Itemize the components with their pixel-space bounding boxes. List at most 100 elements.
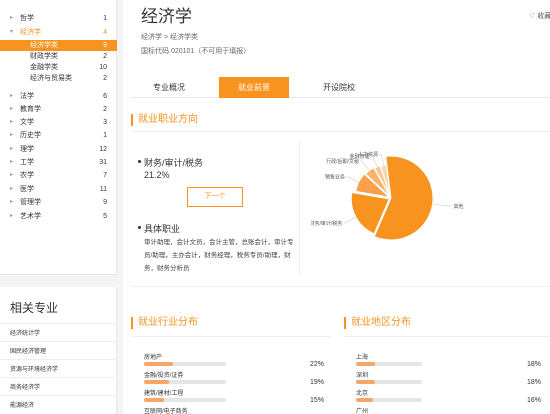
industry-item-percent: 22% <box>310 361 325 368</box>
sidebar-category-item[interactable]: ▸ 医学 11 <box>0 184 117 195</box>
region-item-percent: 18% <box>527 361 542 368</box>
sidebar-item-count: 11 <box>99 186 107 193</box>
sidebar-subcategory-item[interactable]: 经济与贸易类 2 <box>0 73 117 84</box>
sidebar-item-count: 9 <box>103 199 107 206</box>
pie-slice-label: 其他 <box>453 203 463 210</box>
sidebar-subcategory-item[interactable]: 经济学类 9 <box>0 40 117 51</box>
industry-item-name: 金融/投资/证券 <box>144 373 184 379</box>
divider <box>0 359 117 360</box>
related-major-item[interactable]: 能源经济 <box>10 400 34 409</box>
sidebar-item-count: 2 <box>103 53 107 60</box>
industry-progress-bar <box>144 362 226 366</box>
next-career-button[interactable]: 下一个 <box>187 187 243 207</box>
sidebar-subcategory-item[interactable]: 财政学类 2 <box>0 51 117 62</box>
chevron-right-icon: ▸ <box>10 119 14 125</box>
sidebar-item-label: 历史学 <box>20 132 41 139</box>
region-section-title: 就业地区分布 <box>344 316 411 330</box>
sidebar-item-count: 31 <box>99 159 107 166</box>
sidebar-subcategory-item[interactable]: 金融学类 10 <box>0 62 117 73</box>
chevron-right-icon: ▸ <box>10 106 14 112</box>
sidebar-item-count: 1 <box>103 132 107 139</box>
region-progress-bar <box>356 362 422 366</box>
chevron-down-icon: ▾ <box>10 29 14 35</box>
tab-overview[interactable]: 专业概况 <box>131 77 207 98</box>
tab-colleges[interactable]: 开设院校 <box>299 77 379 98</box>
sidebar-category-item[interactable]: ▾ 经济学 4 <box>0 27 117 38</box>
career-section-title: 就业职业方向 <box>131 113 198 127</box>
sidebar-category-item[interactable]: ▸ 哲学 1 <box>0 13 117 24</box>
sidebar-category-item[interactable]: ▸ 历史学 1 <box>0 130 117 141</box>
related-majors-panel: 相关专业 经济统计学 国民经济管理 资源与环境经济学 商务经济学 能源经济 <box>0 287 117 414</box>
chevron-right-icon: ▸ <box>10 172 14 178</box>
sidebar-category-item[interactable]: ▸ 法学 6 <box>0 91 117 102</box>
industry-item-name: 互联网/电子商务 <box>144 409 188 414</box>
sidebar-category-item[interactable]: ▸ 理学 12 <box>0 144 117 155</box>
sidebar-category-item[interactable]: ▸ 艺术学 5 <box>0 211 117 222</box>
pie-leader-line <box>432 203 453 207</box>
sidebar-category-item[interactable]: ▸ 农学 7 <box>0 170 117 181</box>
related-major-item[interactable]: 国民经济管理 <box>10 346 46 355</box>
industry-item-name: 房地产 <box>144 355 163 361</box>
breadcrumb[interactable]: 经济学 > 经济学类 <box>141 32 198 42</box>
divider <box>0 323 117 324</box>
region-progress-fill <box>356 362 375 366</box>
related-major-item[interactable]: 资源与环境经济学 <box>10 364 58 373</box>
sidebar-item-count: 3 <box>103 119 107 126</box>
favorite-button[interactable]: ♡ 收藏 <box>529 11 550 21</box>
chevron-right-icon: ▸ <box>10 186 14 192</box>
divider <box>0 341 117 342</box>
sidebar-category-item[interactable]: ▸ 工学 31 <box>0 157 117 168</box>
pie-leader-line <box>379 153 384 166</box>
page-title: 经济学 <box>141 7 192 26</box>
divider <box>299 140 300 275</box>
tab-employment[interactable]: 就业前景 <box>219 77 289 98</box>
favorite-label: 收藏 <box>537 13 550 20</box>
related-majors-title: 相关专业 <box>10 301 59 315</box>
region-item-percent: 16% <box>527 397 542 404</box>
sidebar-item-count: 9 <box>103 42 107 49</box>
industry-progress-fill <box>144 380 169 384</box>
bullet-icon <box>138 226 141 229</box>
sidebar-item-count: 12 <box>99 146 107 153</box>
sidebar-item-label: 理学 <box>20 146 34 153</box>
sidebar-item-count: 2 <box>103 106 107 113</box>
pie-leader-line <box>359 160 370 171</box>
sidebar-category-item[interactable]: ▸ 教育学 2 <box>0 104 117 115</box>
divider <box>0 395 117 396</box>
related-major-item[interactable]: 商务经济学 <box>10 382 40 391</box>
region-item-name: 上海 <box>356 355 369 361</box>
sidebar-item-label: 财政学类 <box>30 53 58 60</box>
top-career-name: 财务/审计/税务 <box>144 158 204 168</box>
chevron-right-icon: ▸ <box>10 132 14 138</box>
sidebar-item-label: 医学 <box>20 186 34 193</box>
pie-slice-label: 财务/审计/税务 <box>311 220 342 227</box>
sidebar-item-count: 10 <box>99 64 107 71</box>
pie-leader-line <box>345 176 359 183</box>
region-progress-bar <box>356 380 422 384</box>
industry-progress-bar <box>144 380 226 384</box>
region-item-percent: 18% <box>527 379 542 386</box>
chevron-right-icon: ▸ <box>10 213 14 219</box>
sidebar-item-label: 教育学 <box>20 106 41 113</box>
sidebar-item-label: 艺术学 <box>20 213 41 220</box>
sidebar-item-count: 4 <box>103 29 107 36</box>
industry-section-title: 就业行业分布 <box>131 316 198 330</box>
pie-slice-label: 人力资源 <box>358 151 378 158</box>
sidebar-item-count: 1 <box>103 15 107 22</box>
region-item-name: 北京 <box>356 391 369 397</box>
sidebar-item-count: 7 <box>103 172 107 179</box>
sidebar-item-label: 经济学类 <box>30 42 58 49</box>
page: ▸ 哲学 1 ▾ 经济学 4 经济学类 9 财政学类 2 金融学类 10 经济与贸易类 2 ▸ 法学 6 ▸ 教育学… <box>0 0 550 414</box>
sidebar-category-item[interactable]: ▸ 文学 3 <box>0 117 117 128</box>
tab-bar: 专业概况 就业前景 开设院校 <box>131 77 550 98</box>
sidebar-item-label: 农学 <box>20 172 34 179</box>
chevron-right-icon: ▸ <box>10 93 14 99</box>
sidebar-category-item[interactable]: ▸ 管理学 9 <box>0 197 117 208</box>
pie-svg: 其他财务/审计/税务销售业务行政/后勤/文秘金融管理人力资源 <box>309 151 463 241</box>
top-career-percent: 21.2% <box>144 170 170 180</box>
jobs-title: 具体职业 <box>144 224 181 234</box>
industry-progress-fill <box>144 362 173 366</box>
related-major-item[interactable]: 经济统计学 <box>10 328 40 337</box>
sidebar-item-label: 文学 <box>20 119 34 126</box>
region-progress-bar <box>356 398 422 402</box>
